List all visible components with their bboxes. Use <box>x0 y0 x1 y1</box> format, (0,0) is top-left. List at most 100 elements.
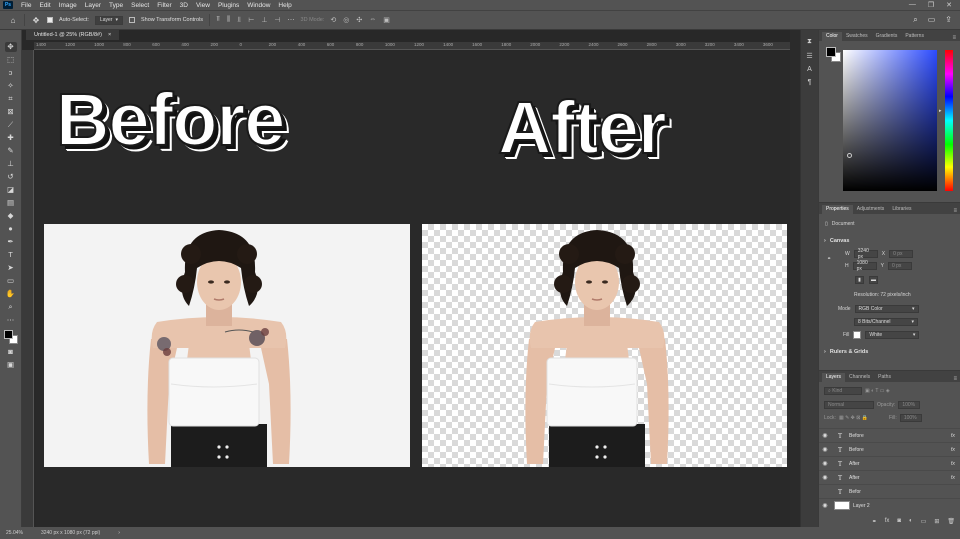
fill-swatch[interactable] <box>853 331 862 339</box>
home-icon[interactable]: ⌂ <box>8 15 18 25</box>
landscape-icon[interactable]: ▬ <box>869 276 878 284</box>
add-mask-icon[interactable]: ◙ <box>897 518 901 524</box>
marquee-tool-icon[interactable]: ⬚ <box>5 55 17 65</box>
frame-tool-icon[interactable]: ⊠ <box>5 107 17 117</box>
tab-libraries[interactable]: Libraries <box>888 205 915 214</box>
blur-tool-icon[interactable]: ◆ <box>5 211 17 221</box>
panel-menu-icon[interactable]: ≡ <box>953 208 960 214</box>
auto-select-dropdown[interactable]: Layer ▾ <box>94 15 123 25</box>
tab-swatches[interactable]: Swatches <box>842 32 872 41</box>
layer-name[interactable]: Befor <box>849 489 861 495</box>
tab-layers[interactable]: Layers <box>822 373 846 382</box>
visibility-eye-icon[interactable]: ◉ <box>819 432 831 439</box>
eyedropper-tool-icon[interactable]: ⟋ <box>5 120 17 130</box>
canvas[interactable]: Before After <box>36 51 790 527</box>
fill-dropdown[interactable]: White ▾ <box>865 331 920 339</box>
align-center-icon[interactable]: ⊥ <box>261 16 267 24</box>
history-brush-tool-icon[interactable]: ↺ <box>5 172 17 182</box>
layer-row[interactable]: ◉ T After fx <box>819 456 960 470</box>
zoom-level[interactable]: 25.04% <box>6 530 23 536</box>
healing-brush-tool-icon[interactable]: ✚ <box>5 133 17 143</box>
layer-name[interactable]: After <box>849 475 860 481</box>
tab-gradients[interactable]: Gradients <box>872 32 902 41</box>
slide-icon[interactable]: ⇔ <box>369 16 376 24</box>
layer-row[interactable]: T Befor <box>819 484 960 498</box>
effects-icon[interactable]: fx <box>951 475 960 481</box>
camera-icon[interactable]: ▣ <box>383 16 390 24</box>
menu-plugins[interactable]: Plugins <box>214 2 243 9</box>
effects-icon[interactable]: fx <box>951 447 960 453</box>
pen-tool-icon[interactable]: ✒ <box>5 237 17 247</box>
height-field[interactable]: 1080 px <box>852 260 877 272</box>
properties-panel-icon[interactable]: ☰ <box>806 52 812 60</box>
link-layers-icon[interactable]: ⚭ <box>872 518 877 525</box>
hue-slider-arrow[interactable]: ▸ <box>939 108 942 114</box>
horizontal-ruler[interactable]: 1400 1200 1000 800 600 400 200 0 200 400 600 800 100… <box>34 42 790 50</box>
rectangle-tool-icon[interactable]: ▭ <box>5 276 17 286</box>
eraser-tool-icon[interactable]: ◪ <box>5 185 17 195</box>
menu-file[interactable]: File <box>17 2 35 9</box>
minimize-button[interactable]: — <box>909 1 916 9</box>
effects-icon[interactable]: fx <box>951 433 960 439</box>
opacity-field[interactable]: 100% <box>898 401 921 409</box>
menu-3d[interactable]: 3D <box>176 2 192 9</box>
hue-slider[interactable] <box>945 50 953 191</box>
vertical-ruler[interactable] <box>22 50 34 527</box>
fill-field[interactable]: 100% <box>899 414 922 422</box>
layer-row[interactable]: ◉ T Before fx <box>819 428 960 442</box>
menu-layer[interactable]: Layer <box>81 2 105 9</box>
history-panel-icon[interactable]: ⧗ <box>807 38 812 46</box>
layer-name[interactable]: Layer 2 <box>853 503 870 509</box>
layer-row[interactable]: ◉ T After fx <box>819 470 960 484</box>
layer-row[interactable]: ◉ T Before fx <box>819 442 960 456</box>
layer-name[interactable]: Before <box>849 433 864 439</box>
kind-filter-dropdown[interactable]: ⌕ Kind <box>824 387 862 395</box>
adjustment-layer-icon[interactable]: ◐ <box>909 518 913 524</box>
menu-help[interactable]: Help <box>274 2 295 9</box>
gradient-tool-icon[interactable]: ▤ <box>5 198 17 208</box>
auto-select-checkbox[interactable] <box>47 17 53 23</box>
menu-window[interactable]: Window <box>243 2 274 9</box>
portrait-icon[interactable]: ▮ <box>855 276 864 284</box>
orbit-icon[interactable]: ⟲ <box>330 16 336 24</box>
effects-icon[interactable]: fx <box>951 461 960 467</box>
maximize-button[interactable]: ❐ <box>928 1 934 9</box>
tab-paths[interactable]: Paths <box>874 373 895 382</box>
close-tab-icon[interactable]: × <box>108 32 111 38</box>
drag-icon[interactable]: ✣ <box>356 16 362 24</box>
bit-depth-dropdown[interactable]: 8 Bits/Channel ▾ <box>854 318 918 326</box>
align-left-icon[interactable]: ⊢ <box>248 16 254 24</box>
add-style-icon[interactable]: fx <box>885 518 890 524</box>
new-group-icon[interactable]: ▭ <box>921 518 927 525</box>
status-menu-arrow[interactable]: › <box>118 530 120 536</box>
lasso-tool-icon[interactable]: ↄ <box>5 68 17 78</box>
color-picker-field[interactable] <box>843 50 937 191</box>
character-panel-icon[interactable]: A <box>807 66 812 73</box>
distribute-icon[interactable]: ⋯ <box>288 16 295 24</box>
close-button[interactable]: ✕ <box>946 1 952 9</box>
menu-edit[interactable]: Edit <box>35 2 54 9</box>
tab-adjustments[interactable]: Adjustments <box>853 205 889 214</box>
panel-menu-icon[interactable]: ≡ <box>953 376 960 382</box>
layer-name[interactable]: After <box>849 461 860 467</box>
link-icon[interactable]: ⚭ <box>827 256 831 262</box>
transform-controls-checkbox[interactable] <box>129 17 135 23</box>
blend-mode-dropdown[interactable]: Normal <box>824 401 874 409</box>
lock-icons[interactable]: ▦ ✎ ✥ ⊠ 🔒 <box>839 415 868 421</box>
crop-tool-icon[interactable]: ⌗ <box>5 94 17 104</box>
search-icon[interactable]: ⌕ <box>913 15 917 25</box>
visibility-eye-icon[interactable]: ◉ <box>819 502 831 509</box>
y-field[interactable]: 0 px <box>887 262 912 270</box>
document-tab[interactable]: Untitled-1 @ 25% (RGB/8#) × <box>26 30 120 40</box>
rulers-grids-section-header[interactable]: › Rulers & Grids <box>824 349 868 355</box>
move-tool-preset-icon[interactable]: ✥ <box>31 15 41 25</box>
menu-type[interactable]: Type <box>105 2 127 9</box>
dodge-tool-icon[interactable]: ● <box>5 224 17 234</box>
width-field[interactable]: 3240 px <box>853 248 878 260</box>
share-icon[interactable]: ⇪ <box>945 15 952 25</box>
menu-filter[interactable]: Filter <box>153 2 175 9</box>
more-tools-icon[interactable]: ⋯ <box>5 315 17 325</box>
visibility-eye-icon[interactable]: ◉ <box>819 474 831 481</box>
type-tool-icon[interactable]: T <box>5 250 17 260</box>
stamp-tool-icon[interactable]: ⊥ <box>5 159 17 169</box>
